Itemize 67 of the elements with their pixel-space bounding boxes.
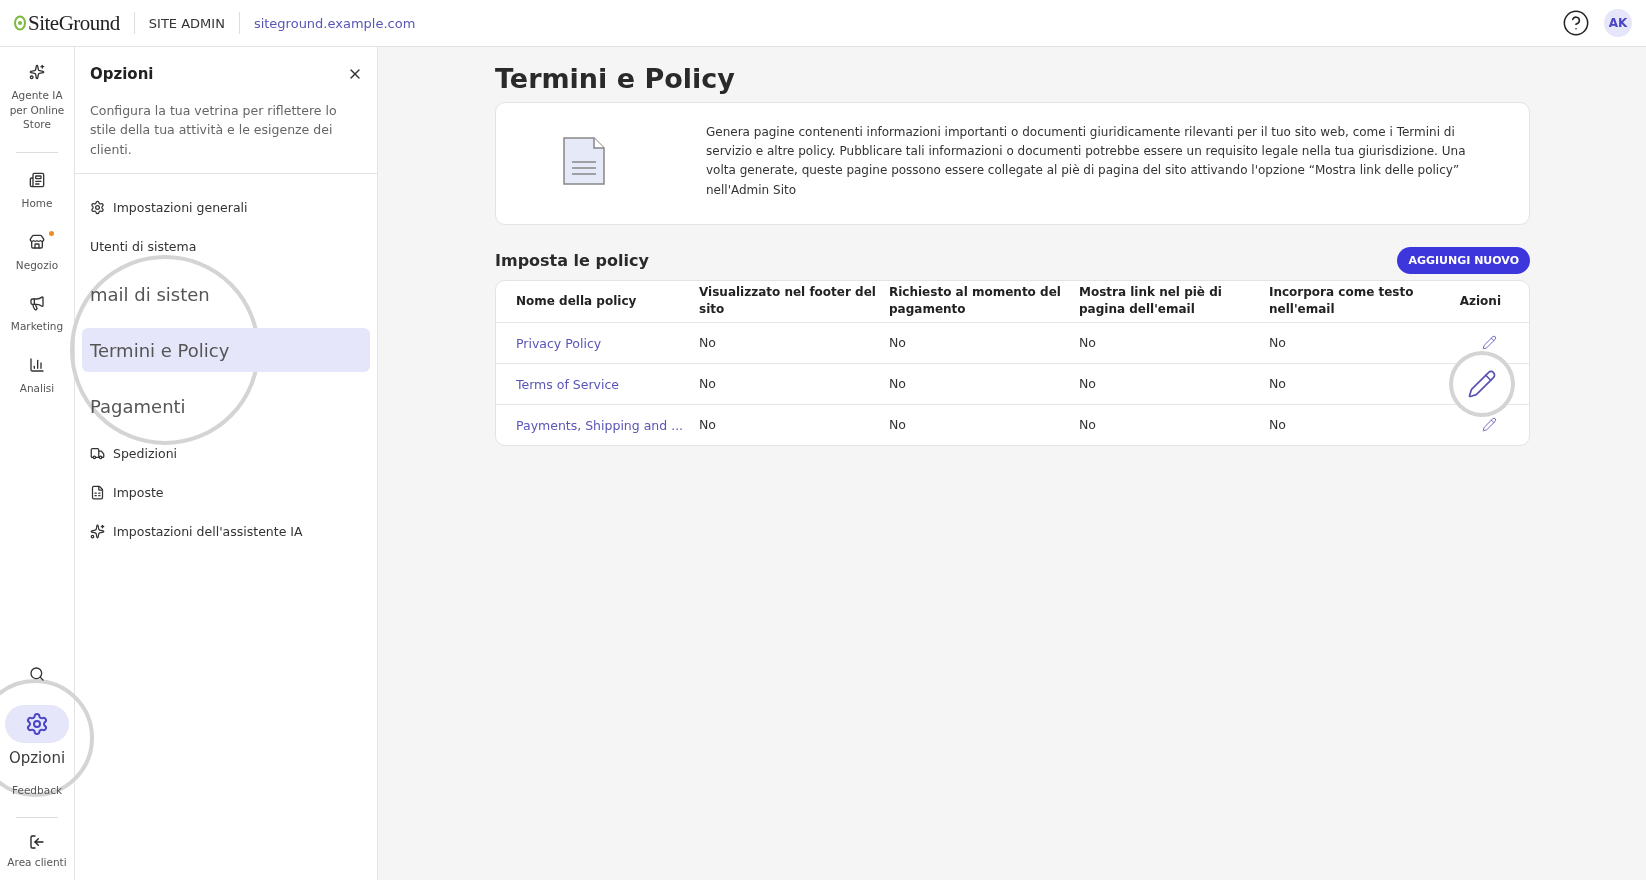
add-button[interactable]: AGGIUNGI NUOVO: [1397, 246, 1530, 274]
policy-link[interactable]: Payments, Shipping and ...: [516, 418, 684, 434]
document-icon: [90, 485, 105, 501]
dashboard-icon: [29, 172, 45, 189]
table-cell-text: No: [889, 417, 907, 433]
column-header: Mostra link nel piè di pagina dell'email: [1079, 284, 1223, 319]
sparkles-icon: [29, 64, 45, 80]
pencil-icon: [1467, 368, 1497, 399]
document-illustration: [562, 136, 606, 187]
settings-icon: [25, 711, 49, 736]
table-cell-text: No: [889, 335, 907, 351]
table-cell-text: No: [1079, 335, 1097, 351]
table-cell-text: No: [1269, 335, 1287, 351]
logo-icon: [14, 15, 26, 31]
sparkles-icon: [90, 524, 105, 540]
edit-button[interactable]: [1482, 335, 1497, 351]
column-header: Incorpora come testo nell'email: [1269, 284, 1415, 319]
menu-item[interactable]: Impostazioni dell'assistente IA: [82, 512, 370, 552]
section-title: Imposta le policy: [495, 250, 649, 270]
table-cell-text: No: [1269, 417, 1287, 433]
client-area-link[interactable]: Area clienti: [2, 834, 72, 870]
menu-item[interactable]: Imposte: [82, 473, 370, 513]
chart-icon: [29, 357, 45, 374]
logo-text: SiteGround: [28, 10, 120, 36]
menu-item[interactable]: mail di sisten: [82, 272, 370, 317]
rail-item[interactable]: Negozio: [2, 230, 72, 273]
rail-item[interactable]: Agente IA per Online Store: [2, 61, 72, 133]
rail-item[interactable]: Analisi: [2, 354, 72, 396]
edit-button[interactable]: [1482, 417, 1497, 433]
megaphone-icon: [29, 295, 45, 312]
info-text: Genera pagine contenenti informazioni importanti o documenti giuridicamente rilevanti per il tuo sito web, come i Termini di servizio e altre policy. Pubblicare tali informazioni o documenti potrebbe essere un requisito legale nella tua giurisdizione. Una volta generate, queste pagine possono essere collegate al piè di pagina del sito attivando l'opzione “Mostra link delle policy” nell'Admin Sito: [706, 124, 1467, 199]
domain-link[interactable]: siteground.example.com: [253, 15, 416, 31]
policy-link[interactable]: Terms of Service: [516, 377, 619, 393]
column-header: Nome della policy: [516, 292, 638, 310]
menu-item[interactable]: Spedizioni: [82, 434, 370, 474]
table-cell-text: No: [889, 376, 907, 392]
exit-icon: [29, 834, 45, 851]
column-header: Azioni: [1458, 292, 1502, 310]
policy-link[interactable]: Privacy Policy: [516, 336, 602, 352]
menu-item[interactable]: Termini e Policy: [82, 328, 370, 373]
truck-icon: [90, 446, 105, 462]
search-icon[interactable]: [29, 665, 45, 682]
page-title: Termini e Policy: [495, 63, 736, 94]
store-icon: [29, 233, 45, 250]
column-header: Visualizzato nel footer del sito: [699, 284, 877, 319]
user-avatar[interactable]: AK: [1604, 9, 1632, 37]
edit-button[interactable]: [1453, 354, 1511, 413]
table-cell-text: No: [699, 335, 717, 351]
pencil-icon: [1482, 335, 1497, 351]
section-label: SITE ADMIN: [148, 15, 225, 31]
pencil-icon: [1482, 417, 1497, 433]
table-cell-text: No: [1079, 376, 1097, 392]
help-icon[interactable]: [1562, 9, 1590, 37]
panel-description: Configura la tua vetrina per riflettere lo stile della tua attività e le esigenze dei clienti.: [90, 102, 338, 159]
menu-item[interactable]: Pagamenti: [82, 384, 370, 429]
table-cell-text: No: [699, 417, 717, 433]
table-cell-text: No: [699, 376, 717, 392]
column-header: Richiesto al momento del pagamento: [889, 284, 1062, 319]
menu-item[interactable]: Impostazioni generali: [82, 188, 370, 228]
rail-item[interactable]: Feedback: [2, 782, 72, 798]
table-cell-text: No: [1079, 417, 1097, 433]
rail-item[interactable]: Home: [2, 169, 72, 211]
panel-title: Opzioni: [90, 65, 154, 83]
settings-icon: [90, 200, 105, 216]
rail-item[interactable]: Marketing: [2, 292, 72, 335]
table-cell-text: No: [1269, 376, 1287, 392]
menu-item[interactable]: Utenti di sistema: [82, 227, 370, 267]
